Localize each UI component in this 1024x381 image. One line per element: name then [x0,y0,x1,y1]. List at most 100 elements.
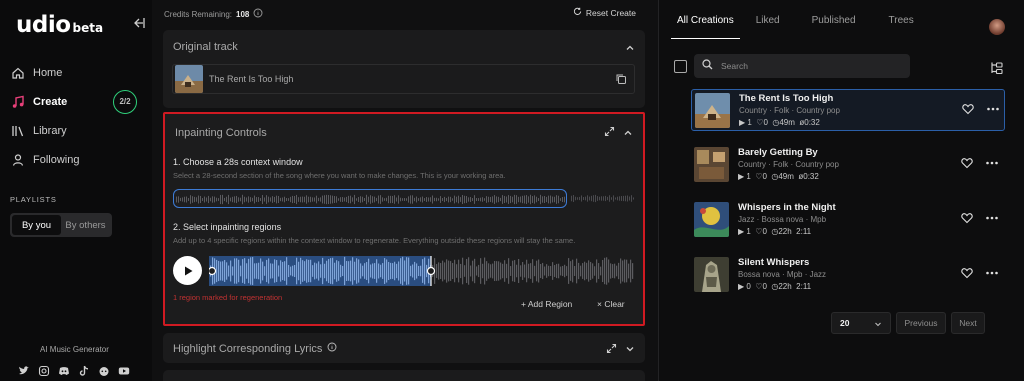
song-row[interactable]: The Rent Is Too High Country · Folk · Co… [691,89,1005,131]
highlight-lyrics-title: Highlight Corresponding Lyrics [173,342,323,355]
inpainting-waveform[interactable] [209,256,635,286]
collapse-sidebar-icon[interactable] [131,16,145,30]
more-options-icon[interactable] [986,102,1000,116]
youtube-icon[interactable] [118,365,130,377]
user-icon [10,152,26,168]
heart-icon[interactable] [962,103,974,115]
tab-all-creations[interactable]: All Creations [671,15,740,39]
song-artwork [694,202,729,237]
search-input[interactable] [721,61,891,71]
expand-icon[interactable] [604,126,615,137]
tab-liked[interactable]: Liked [756,15,780,39]
song-tags: Bossa nova · Mpb · Jazz [738,270,827,279]
song-stats: ▶ 1 ♡0 ◷49m ø0:32 [739,118,820,127]
tiktok-icon[interactable] [78,365,90,377]
info-icon[interactable] [327,342,337,355]
play-icon [184,266,192,275]
next-page-button[interactable]: Next [951,312,985,334]
inpainting-controls-card: Inpainting Controls 1. Choose a 28s cont… [163,112,645,326]
song-title[interactable]: Barely Getting By [738,147,818,158]
play-button[interactable] [173,256,202,285]
credits-remaining: Credits Remaining: 108 [164,8,263,20]
avatar[interactable] [989,19,1005,35]
inpainting-title: Inpainting Controls [175,127,267,139]
original-track-title: Original track [173,41,238,53]
create-quota-badge: 2/2 [113,89,137,114]
song-stats: ▶ 1 ♡0 ◷49m ø0:32 [738,172,819,181]
play-count: 0 [746,282,751,291]
song-title[interactable]: Silent Whispers [738,257,809,268]
song-duration: 2:11 [796,282,812,291]
add-region-button[interactable]: + Add Region [521,299,572,309]
song-age: 22h [778,282,792,291]
copy-icon[interactable] [615,73,627,85]
more-options-icon[interactable] [985,266,999,280]
nav-home[interactable]: Home [10,58,140,87]
chevron-down-icon[interactable] [625,344,635,354]
discord-icon[interactable] [58,365,70,377]
play-count: 1 [746,172,751,181]
original-track-card: Original track The Rent Is Too High [163,30,645,108]
more-options-icon[interactable] [985,211,999,225]
heart-icon[interactable] [961,212,973,224]
logo-text: udio [16,12,71,38]
expand-icon[interactable] [606,343,617,354]
instagram-icon[interactable] [38,365,50,377]
select-all-checkbox[interactable] [674,60,687,73]
chevron-up-icon[interactable] [625,43,635,53]
sidebar: udio beta Home Create 2/2 Library Follow… [0,0,152,381]
reset-create-button[interactable]: Reset Create [573,7,636,18]
page-size-select[interactable]: 20 [831,312,891,334]
home-icon [10,65,26,81]
song-row[interactable]: Silent Whispers Bossa nova · Mpb · Jazz … [691,254,1005,296]
library-icon [10,123,26,139]
heart-icon[interactable] [961,157,973,169]
info-icon[interactable] [253,8,263,20]
region-handle[interactable] [209,266,217,276]
nav-create[interactable]: Create 2/2 [10,87,140,116]
song-age: 49m [779,118,795,127]
track-artwork [175,65,203,93]
udio-logo[interactable]: udio beta [16,12,103,38]
nav-following-label: Following [33,153,80,166]
play-count: 1 [746,227,751,236]
song-title[interactable]: The Rent Is Too High [739,93,833,104]
song-duration: 0:32 [803,172,819,181]
reddit-icon[interactable] [98,365,110,377]
tab-trees[interactable]: Trees [889,15,914,39]
previous-page-button[interactable]: Previous [896,312,946,334]
original-track-name: The Rent Is Too High [209,74,294,84]
song-tags: Country · Folk · Country pop [739,106,840,115]
nav-library[interactable]: Library [10,116,140,145]
refresh-icon [573,7,582,18]
original-track-row[interactable]: The Rent Is Too High [172,64,635,94]
chevron-up-icon[interactable] [623,128,633,138]
creations-tabs: All Creations Liked Published Trees [671,15,914,39]
by-you-tab[interactable]: By you [12,215,61,235]
twitter-icon[interactable] [18,365,30,377]
music-note-icon [10,94,26,110]
region-handle[interactable] [426,266,436,276]
song-artwork [694,147,729,182]
by-others-tab[interactable]: By others [61,215,110,235]
song-duration: 0:32 [804,118,820,127]
song-duration: 2:11 [796,227,812,236]
search-box [694,54,910,78]
song-row[interactable]: Barely Getting By Country · Folk · Count… [691,144,1005,186]
tab-published[interactable]: Published [812,15,856,39]
more-options-icon[interactable] [985,156,999,170]
highlight-lyrics-card: Highlight Corresponding Lyrics [163,333,645,363]
tree-view-icon[interactable] [990,61,1004,75]
like-count: 0 [762,172,767,181]
context-waveform-outside [571,194,634,203]
like-count: 0 [762,227,767,236]
nav-following[interactable]: Following [10,145,140,174]
clear-button[interactable]: × Clear [597,299,625,309]
song-title[interactable]: Whispers in the Night [738,202,836,213]
song-row[interactable]: Whispers in the Night Jazz · Bossa nova … [691,199,1005,241]
heart-icon[interactable] [961,267,973,279]
song-artwork [695,93,730,128]
context-window-selector[interactable] [173,189,567,208]
playlist-filter-toggle: By you By others [10,213,112,237]
page-size-value: 20 [840,318,850,328]
